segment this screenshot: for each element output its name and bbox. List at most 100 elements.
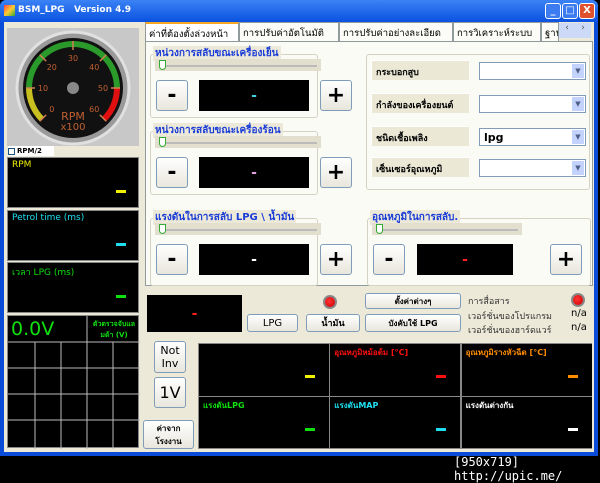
comm-status-led [571, 293, 585, 307]
slider-thumb[interactable] [159, 60, 166, 70]
chevron-down-icon[interactable]: ▼ [572, 130, 584, 144]
sensor-panel: อุณหภูมิหม้อต้ม [°C] [330, 344, 461, 396]
increase-button[interactable]: + [320, 157, 352, 188]
gauge-tick-label: 10 [38, 84, 48, 93]
slider-thumb[interactable] [376, 224, 383, 234]
tab-fine-tuning[interactable]: การปรับค่าอย่างละเอียด [339, 22, 453, 41]
rpm-gauge-panel: 0 10 20 30 40 50 60 RPM x100 [7, 28, 139, 146]
sensor-panel: แรงดันLPG [199, 396, 329, 448]
gauge-tick-label: 60 [89, 105, 99, 114]
tab-diagnostics[interactable]: การวิเคราะห์ระบบ [453, 22, 541, 41]
group-slider[interactable] [155, 59, 321, 71]
gauge-scale: x100 [60, 122, 85, 133]
sensor-value-marker [305, 427, 315, 431]
sensor-value-marker [436, 427, 447, 431]
sensor-label: อุณหภูมิรางหัวฉีด [°C] [465, 348, 547, 357]
decrease-button[interactable]: - [156, 80, 188, 111]
value-display: - [199, 80, 309, 111]
readout-panel: RPM [7, 157, 139, 208]
sensor-value-marker [436, 375, 447, 378]
setting-combo[interactable]: ▼ [479, 159, 586, 177]
sensor-label: แรงดันLPG [203, 400, 245, 410]
setting-label: เซ็นเซอร์อุณหภูมิ [371, 157, 469, 177]
value-display: - [199, 157, 309, 188]
mode-display: - [147, 295, 242, 332]
sensor-panel: แรงดันต่างกัน [461, 396, 592, 448]
rpm2-label: RPM/2 [17, 147, 42, 155]
group-slider[interactable] [155, 136, 321, 148]
tab-bar: ค่าที่ต้องตั้งล่วงหน้า การปรับค่าอัตโนมั… [145, 22, 593, 42]
program-version-value: n/a [571, 308, 587, 319]
sensor-panel [199, 344, 329, 396]
setting-combo[interactable]: lpg ▼ [479, 128, 586, 146]
sensor-value-marker [567, 427, 578, 431]
sensor-panel: แรงดันMAP [330, 396, 461, 448]
setting-combo[interactable]: ▼ [479, 62, 586, 80]
tab-scroll-right[interactable]: › [581, 23, 585, 38]
rpm2-checkbox[interactable]: RPM/2 [8, 146, 54, 156]
setting-label: กำลังของเครื่องยนต์ [371, 93, 469, 113]
app-icon [4, 5, 15, 16]
checkbox-box[interactable] [8, 147, 15, 155]
setting-combo[interactable]: ▼ [479, 95, 586, 113]
gauge-tick-label: 20 [47, 63, 57, 72]
readout-value-marker [116, 190, 126, 193]
hardware-version-value: n/a [571, 322, 587, 333]
group-slider[interactable] [155, 223, 321, 235]
maximize-button[interactable]: □ [562, 3, 578, 19]
chevron-down-icon[interactable]: ▼ [572, 161, 584, 175]
lambda-label: ตัวตรวจจับแลมด้า (V) [92, 320, 136, 339]
voltage-button[interactable]: 1V [154, 377, 186, 408]
readout-label: เวลา LPG (ms) [12, 268, 75, 278]
chevron-down-icon[interactable]: ▼ [572, 97, 584, 111]
increase-button[interactable]: + [550, 244, 582, 275]
chevron-down-icon[interactable]: ▼ [572, 64, 584, 78]
lpg-button[interactable]: LPG [247, 314, 298, 332]
tab-database[interactable]: ฐาน [541, 22, 559, 41]
value-display: - [417, 244, 513, 275]
not-inv-button[interactable]: Not Inv [154, 341, 186, 373]
gauge-tick-label: 40 [89, 63, 99, 72]
readout-value-marker [116, 295, 126, 298]
petrol-button[interactable]: น้ำมัน [306, 314, 360, 332]
app-version: Version 4.9 [73, 5, 132, 15]
app-title: BSM_LPG [18, 5, 65, 15]
settings-button[interactable]: ตั้งค่าต่างๆ [365, 293, 461, 309]
sensor-label: แรงดันMAP [334, 400, 379, 410]
tab-auto-calibration[interactable]: การปรับค่าอัตโนมัติ [239, 22, 339, 41]
gauge-tick-label: 30 [68, 54, 78, 63]
readout-label: RPM [12, 160, 32, 170]
tab-scroll: ‹ › [559, 23, 591, 38]
watermark: [950x719] http://upic.me/ [454, 455, 563, 483]
fuel-status-led [323, 295, 337, 309]
decrease-button[interactable]: - [373, 244, 405, 275]
slider-thumb[interactable] [159, 137, 166, 147]
rpm-gauge: 0102030405060RPMx100 [15, 30, 131, 146]
decrease-button[interactable]: - [156, 244, 188, 275]
readout-panel: เวลา LPG (ms) [7, 262, 139, 313]
readout-label: Petrol time (ms) [12, 212, 85, 223]
sensor-label: แรงดันต่างกัน [465, 400, 514, 410]
program-version-label: เวอร์ชั่นของโปรแกรม [468, 312, 552, 322]
minimize-button[interactable]: _ [545, 3, 561, 19]
value-display: - [199, 244, 309, 275]
decrease-button[interactable]: - [156, 157, 188, 188]
setting-label: กระบอกสูบ [371, 60, 469, 80]
group-slider[interactable] [372, 223, 522, 235]
gauge-tick-label: 0 [49, 105, 54, 114]
factory-defaults-button[interactable]: ค่าจากโรงงาน [143, 420, 194, 449]
setting-label: ชนิดเชื้อเพลิง [371, 126, 469, 146]
title-bar[interactable]: BSM_LPG Version 4.9 _ □ X [0, 0, 598, 22]
increase-button[interactable]: + [320, 80, 352, 111]
readout-value-marker [116, 242, 126, 246]
increase-button[interactable]: + [320, 244, 352, 275]
tab-presets[interactable]: ค่าที่ต้องตั้งล่วงหน้า [145, 22, 239, 42]
slider-thumb[interactable] [159, 224, 166, 234]
close-button[interactable]: X [579, 3, 595, 19]
hardware-version-label: เวอร์ชั่นของฮาร์ดแวร์ [468, 326, 552, 336]
tab-scroll-left[interactable]: ‹ [565, 23, 569, 38]
sensor-value-marker [567, 375, 578, 378]
sensor-label: อุณหภูมิหม้อต้ม [°C] [334, 348, 409, 357]
gauge-hub [67, 82, 79, 94]
force-lpg-button[interactable]: บังคับใช้ LPG [365, 314, 461, 332]
